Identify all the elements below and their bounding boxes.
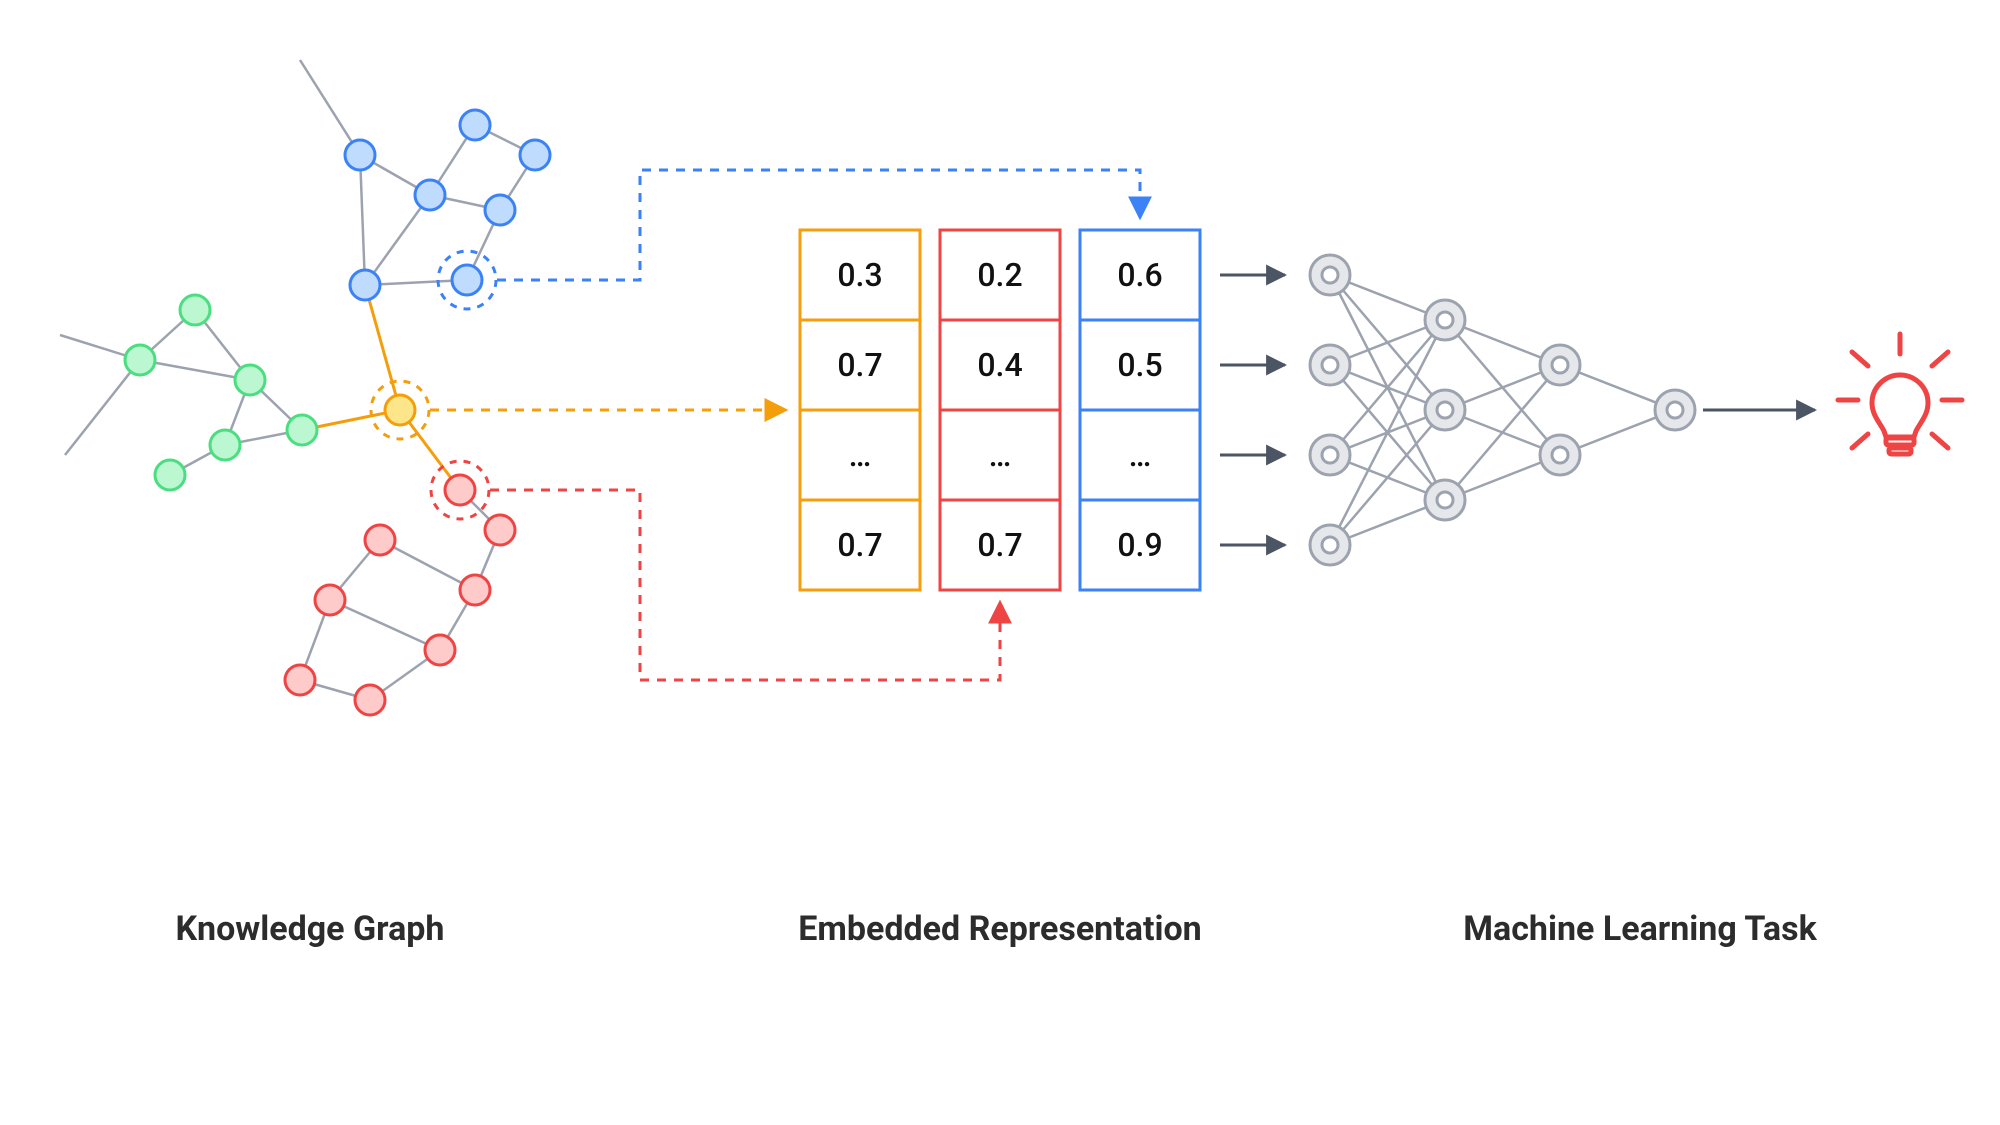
embedding-value: 0.9 — [1117, 526, 1162, 564]
diagram-root: 0.3 0.7 … 0.7 0.2 0.4 … 0.7 0.6 0.5 … 0.9 Knowledge… — [0, 0, 2000, 1125]
bulb-base — [1889, 448, 1911, 454]
graph-node — [460, 575, 490, 605]
nn-node-inner — [1552, 447, 1568, 463]
graph-node — [125, 345, 155, 375]
caption-ml-task: Machine Learning Task — [1463, 909, 1817, 949]
graph-node — [180, 295, 210, 325]
embedding-value: 0.7 — [837, 526, 882, 564]
embedding-value: 0.7 — [837, 346, 882, 384]
graph-node — [355, 685, 385, 715]
embedding-value: 0.5 — [1117, 346, 1162, 384]
neural-network — [1310, 255, 1815, 565]
embedding-value: … — [849, 436, 872, 474]
nn-edge — [1445, 365, 1560, 500]
bulb-ray — [1932, 352, 1948, 366]
embedding-value: 0.3 — [837, 256, 882, 294]
graph-node — [460, 110, 490, 140]
nn-node-inner — [1437, 402, 1453, 418]
graph-node — [350, 270, 380, 300]
caption-embedded-representation: Embedded Representation — [798, 909, 1201, 949]
knowledge-graph — [60, 60, 550, 715]
embedding-value: 0.2 — [977, 256, 1022, 294]
graph-node — [445, 475, 475, 505]
graph-node — [485, 515, 515, 545]
graph-node — [285, 665, 315, 695]
embedding-value: … — [1129, 436, 1152, 474]
graph-node — [315, 585, 345, 615]
embedding-value: … — [989, 436, 1012, 474]
embedding-column-blue: 0.6 0.5 … 0.9 — [1080, 230, 1200, 590]
embedding-vectors: 0.3 0.7 … 0.7 0.2 0.4 … 0.7 0.6 0.5 … 0.9 — [800, 230, 1200, 590]
embedding-column-red: 0.2 0.4 … 0.7 — [940, 230, 1060, 590]
embedding-to-nn-arrows — [1220, 275, 1285, 545]
graph-node — [235, 365, 265, 395]
connector-red — [490, 490, 1000, 680]
graph-node — [452, 265, 482, 295]
graph-node — [365, 525, 395, 555]
caption-knowledge-graph: Knowledge Graph — [176, 909, 445, 949]
graph-node — [425, 635, 455, 665]
bulb-ray — [1852, 352, 1868, 366]
embedding-value: 0.7 — [977, 526, 1022, 564]
nn-node-inner — [1322, 357, 1338, 373]
graph-node — [415, 180, 445, 210]
nn-node-inner — [1552, 357, 1568, 373]
graph-node — [155, 460, 185, 490]
graph-node — [345, 140, 375, 170]
nn-node-inner — [1322, 447, 1338, 463]
graph-node — [520, 140, 550, 170]
nn-node-inner — [1322, 537, 1338, 553]
nn-node-inner — [1437, 312, 1453, 328]
graph-node — [287, 415, 317, 445]
nn-node-inner — [1437, 492, 1453, 508]
graph-node — [210, 430, 240, 460]
graph-node-center — [385, 395, 415, 425]
lightbulb-icon — [1838, 334, 1962, 454]
embedding-value: 0.6 — [1117, 256, 1162, 294]
nn-node-inner — [1667, 402, 1683, 418]
bulb-ray — [1932, 434, 1948, 448]
graph-node — [485, 195, 515, 225]
embedding-column-orange: 0.3 0.7 … 0.7 — [800, 230, 920, 590]
bulb-base — [1886, 438, 1914, 445]
bulb-glass — [1872, 375, 1928, 437]
bulb-ray — [1852, 434, 1868, 448]
nn-node-inner — [1322, 267, 1338, 283]
embedding-value: 0.4 — [977, 346, 1022, 384]
